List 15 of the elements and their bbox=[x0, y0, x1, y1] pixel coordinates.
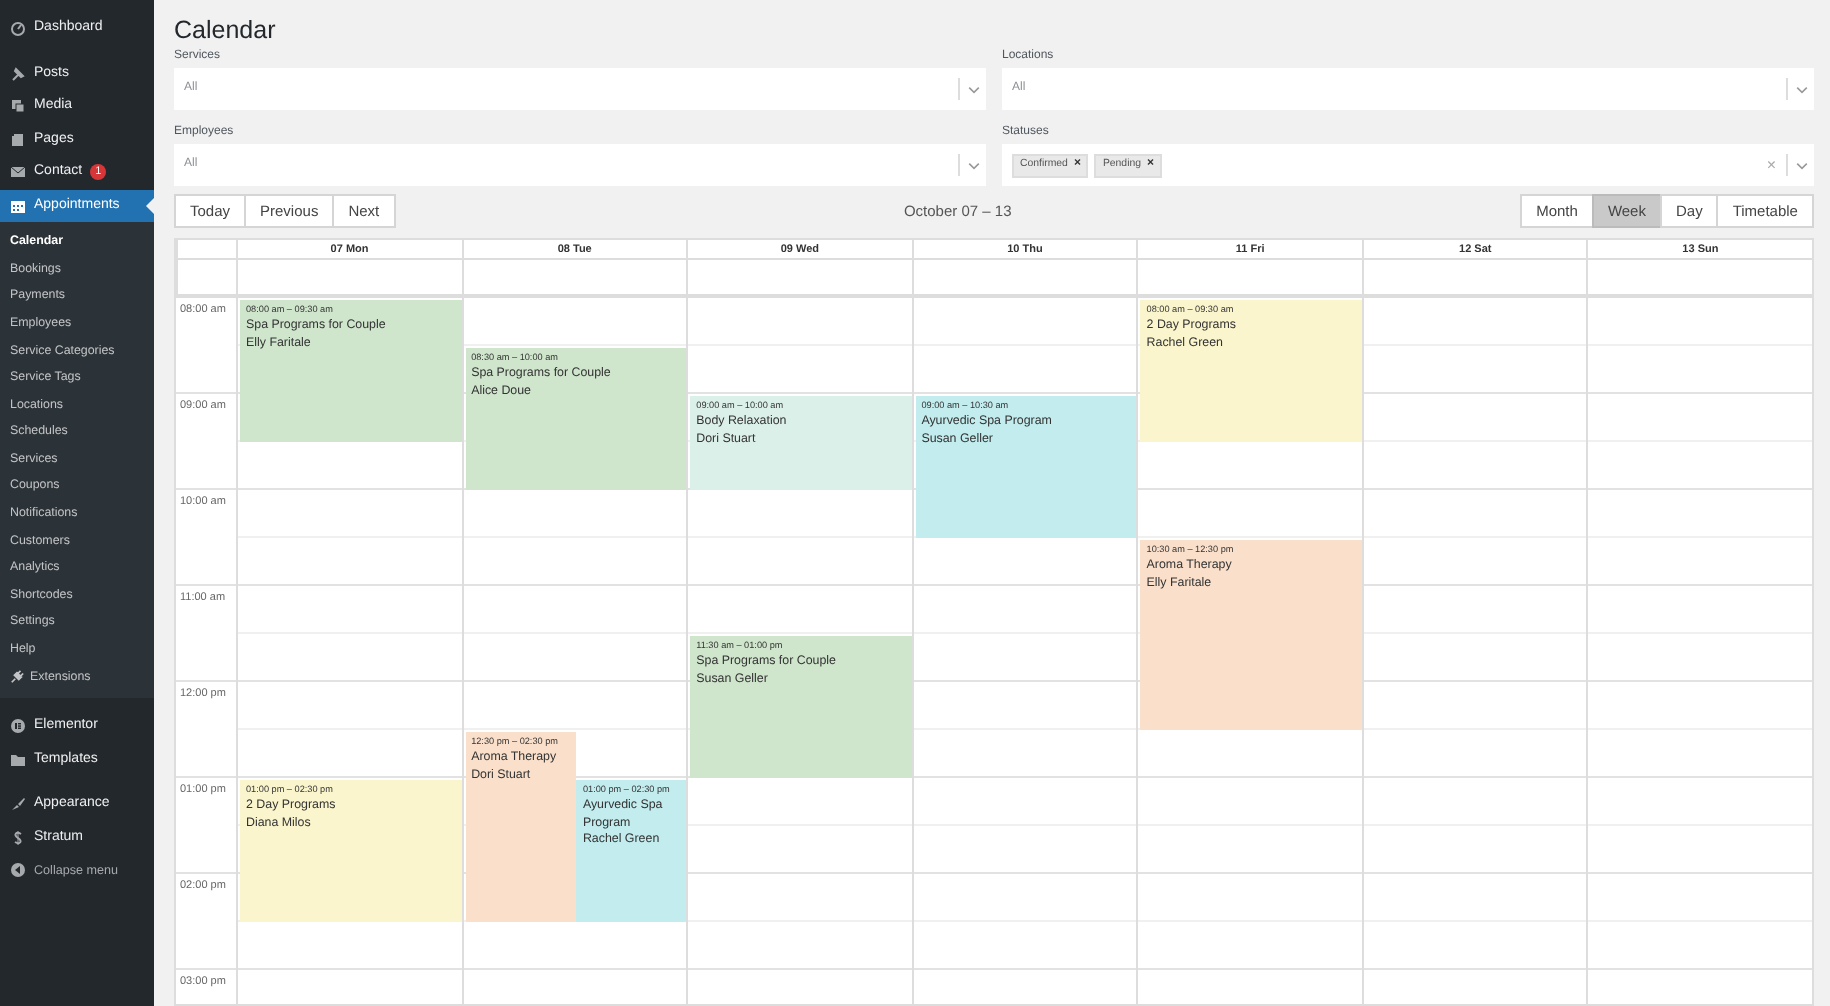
circle-logo-icon bbox=[10, 718, 26, 735]
page-title: Calendar bbox=[174, 16, 278, 46]
chevron-down-icon bbox=[967, 161, 979, 170]
media-icon bbox=[10, 98, 26, 115]
envelope-icon bbox=[10, 164, 26, 181]
pin-icon bbox=[10, 65, 26, 82]
pages-icon bbox=[10, 131, 26, 148]
chevron-down-icon bbox=[1795, 85, 1807, 94]
collapse-icon bbox=[10, 862, 26, 879]
chevron-down-icon bbox=[967, 85, 979, 94]
calendar-icon bbox=[10, 197, 26, 214]
plug-icon bbox=[10, 669, 24, 684]
chevron-down-icon bbox=[1795, 161, 1807, 170]
dashboard-icon bbox=[10, 20, 26, 37]
folder-icon bbox=[10, 751, 26, 768]
